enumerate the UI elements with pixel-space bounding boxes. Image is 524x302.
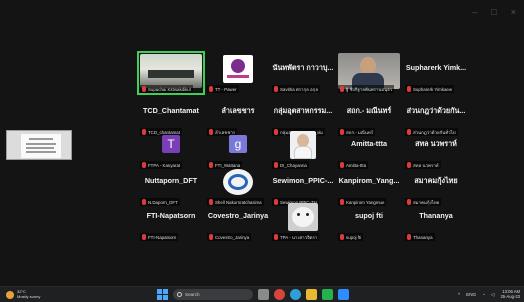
participant-name: ลำเลขชาร xyxy=(221,106,255,115)
participant-tag: Supachai Kittisakdikul xyxy=(140,85,193,93)
taskbar-search[interactable]: Search xyxy=(173,289,253,300)
participant-tile[interactable]: DI_Chayanna xyxy=(270,128,336,170)
participant-photo xyxy=(288,203,318,231)
zoom-app-icon[interactable] xyxy=(338,289,349,300)
participant-name: กลุ่มอุตสาหกรรม... xyxy=(273,106,333,115)
weather-widget[interactable]: 32°C Mostly sunny xyxy=(6,289,41,299)
minimize-icon[interactable]: – xyxy=(472,8,477,17)
sun-icon xyxy=(6,290,14,299)
participant-tile[interactable]: Thananya Thananya xyxy=(403,200,469,242)
mic-off-icon xyxy=(340,234,344,240)
taskbar-apps: Search xyxy=(157,289,349,300)
participant-tile[interactable]: Supachai Kittisakdikul xyxy=(137,51,205,95)
shared-document-preview xyxy=(21,134,61,158)
participant-tag: TPA - นางสาวจิตรา xyxy=(272,233,320,241)
participant-name: TCD_Chantamat xyxy=(143,106,199,115)
participant-tile[interactable]: supoj fti supoj fti xyxy=(336,200,402,242)
participant-tag: TT - Pawer xyxy=(207,85,239,93)
participant-tag: Thananya xyxy=(405,233,435,241)
wifi-icon[interactable]: ◔ xyxy=(482,292,485,297)
mic-off-icon xyxy=(407,86,411,92)
participant-tag: FTI-Napatsorn xyxy=(140,233,179,241)
participant-name: supoj fti xyxy=(355,211,383,220)
participant-tile[interactable]: TT - Pawer xyxy=(205,52,271,94)
participant-photo xyxy=(290,131,316,159)
participant-tile[interactable]: g FTI_Wattana xyxy=(205,128,271,170)
participant-name: สถก.- มณีนทร์ xyxy=(346,106,392,115)
participant-logo xyxy=(223,55,253,83)
windows-start-icon[interactable] xyxy=(157,289,168,300)
participant-logo xyxy=(223,169,253,195)
file-explorer-icon[interactable] xyxy=(306,289,317,300)
participant-tile[interactable]: FTI-Napatsorn FTI-Napatsorn xyxy=(138,200,204,242)
participant-tile[interactable]: Covestro_Jarinya Covestro_Jarinya xyxy=(205,200,271,242)
close-icon[interactable]: × xyxy=(511,8,516,17)
search-icon xyxy=(177,292,182,297)
participant-name: Thananya xyxy=(419,211,453,220)
participant-name: สมาคมกุ้งไทย xyxy=(414,176,458,185)
mic-off-icon xyxy=(209,234,213,240)
maximize-icon[interactable]: □ xyxy=(491,8,496,17)
language-indicator[interactable]: ENG xyxy=(466,292,476,297)
mic-off-icon xyxy=(274,234,278,240)
participant-tile[interactable]: นันทพัตรา กาวาบุ... Savitha ศรากุล อกุล xyxy=(270,52,336,94)
participant-name: นันทพัตรา กาวาบุ... xyxy=(272,63,334,72)
participant-tile[interactable]: Supharerk Yimk... Supharerk Yimkaew xyxy=(403,52,469,94)
clock[interactable]: 13:06 AM 25-Aug-23 xyxy=(500,289,520,299)
participant-tile[interactable]: ฐิ ชิงกิฐายพันพรานปนุธร xyxy=(336,52,402,94)
mic-off-icon xyxy=(142,86,146,92)
participant-tag: Savitha ศรากุล อกุล xyxy=(272,85,321,93)
participant-tag: supoj fti xyxy=(338,233,364,241)
participant-video xyxy=(140,54,202,88)
volume-icon[interactable]: ◁ xyxy=(491,292,495,298)
participant-name: Covestro_Jarinya xyxy=(207,211,269,220)
participant-name: Nuttaporn_DFT xyxy=(144,176,198,185)
participant-name: Kanpirom_Yang... xyxy=(338,176,400,185)
edge-icon[interactable] xyxy=(290,289,301,300)
mic-off-icon xyxy=(209,86,213,92)
participant-tile[interactable]: สทล นวพราห์ สทล นวพราห์ xyxy=(403,128,469,170)
participant-tile[interactable]: Amitta-ttta Amitta-ttta xyxy=(336,128,402,170)
screen-share-thumbnail[interactable] xyxy=(6,130,72,160)
participant-tile[interactable]: T FTPA - Kanyarat xyxy=(138,128,204,170)
weather-desc: Mostly sunny xyxy=(17,293,41,299)
mic-off-icon xyxy=(340,86,344,92)
participant-video xyxy=(338,53,400,89)
taskbar: 32°C Mostly sunny Search ^ ENG ◔ ◁ 13:06… xyxy=(0,286,524,302)
chrome-icon[interactable] xyxy=(274,289,285,300)
mic-off-icon xyxy=(274,86,278,92)
participant-avatar: g xyxy=(229,135,247,153)
window-controls: – □ × xyxy=(472,8,516,17)
participant-tag: Covestro_Jarinya xyxy=(207,233,252,241)
participant-name: ส่วนกฎว่าด้วยกัน... xyxy=(406,106,466,115)
participant-avatar: T xyxy=(162,135,180,153)
chevron-up-icon[interactable]: ^ xyxy=(458,292,460,297)
mic-off-icon xyxy=(407,234,411,240)
participant-name: FTI-Napatsorn xyxy=(146,211,196,220)
mic-off-icon xyxy=(142,234,146,240)
search-placeholder: Search xyxy=(185,292,200,297)
participant-name: สทล นวพราห์ xyxy=(415,139,457,148)
participant-name: Amitta-ttta xyxy=(351,139,387,148)
participant-tag: ฐิ ชิงกิฐายพันพรานปนุธร xyxy=(338,85,395,93)
task-view-icon[interactable] xyxy=(258,289,269,300)
participant-name: Sewimon_PPIC-... xyxy=(272,176,334,185)
participant-tile[interactable]: TPA - นางสาวจิตรา xyxy=(270,200,336,242)
line-app-icon[interactable] xyxy=(322,289,333,300)
participant-tag: Supharerk Yimkaew xyxy=(405,85,455,93)
system-tray: ^ ENG ◔ ◁ 13:06 AM 25-Aug-23 xyxy=(458,289,520,299)
participant-name: Supharerk Yimk... xyxy=(405,63,467,72)
clock-date: 25-Aug-23 xyxy=(500,293,520,299)
